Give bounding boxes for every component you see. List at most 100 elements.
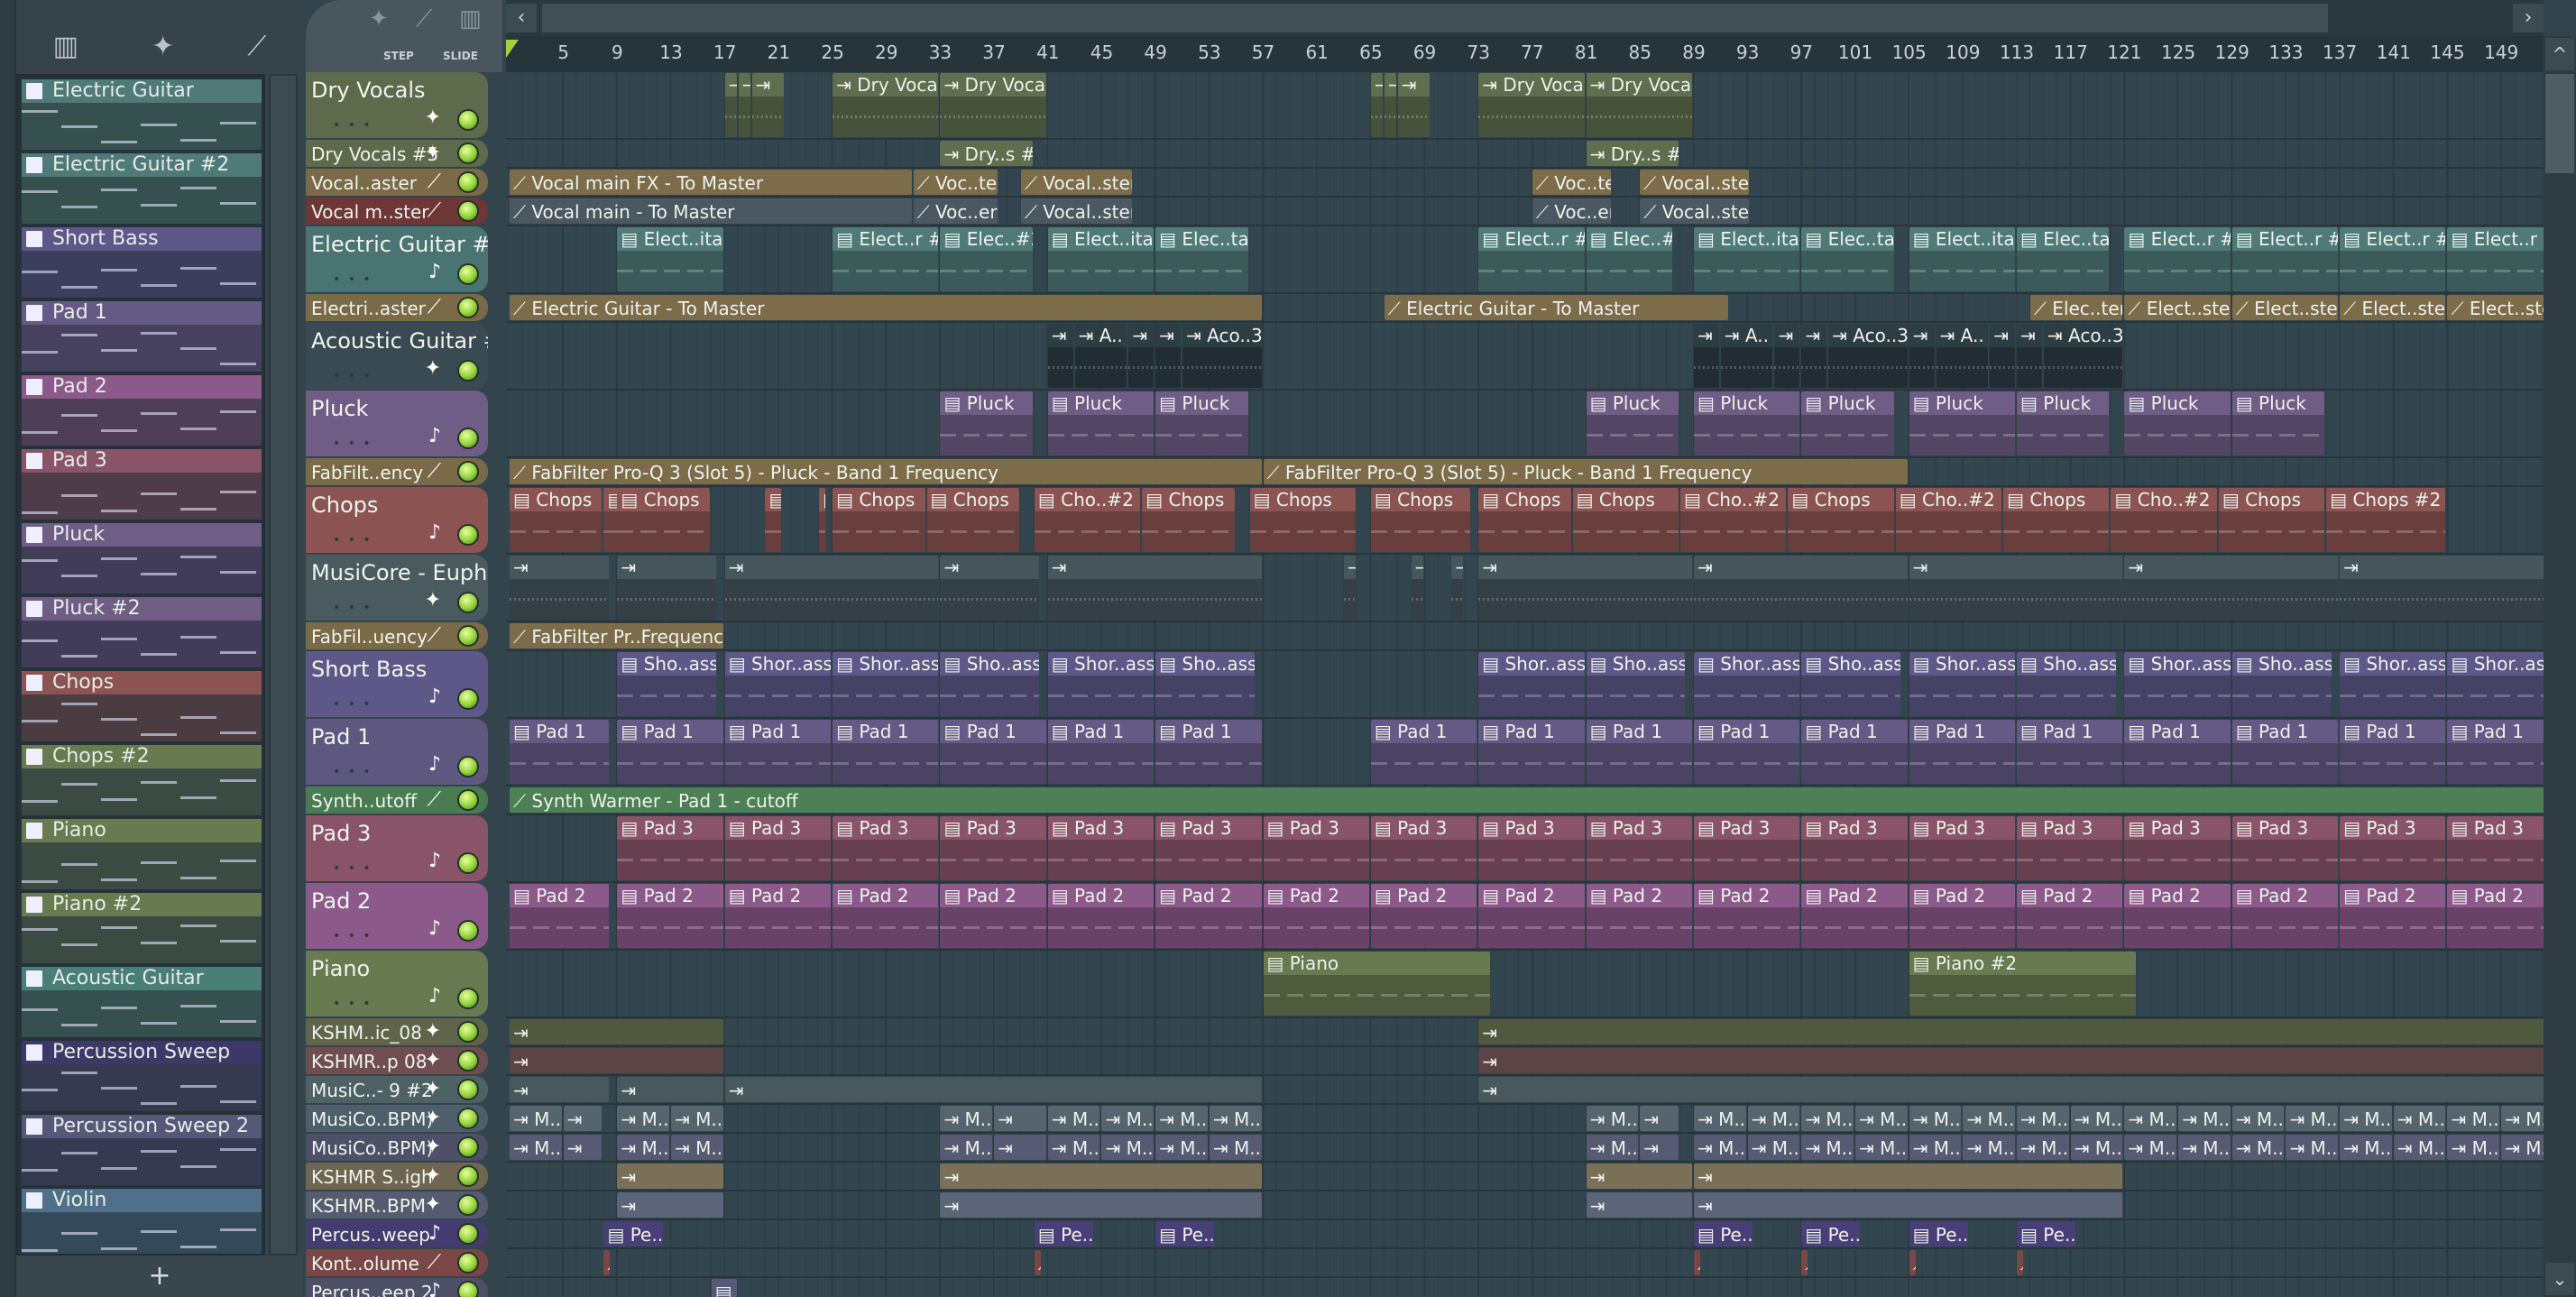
clip[interactable]: ▤ Pad 1 — [1586, 720, 1692, 784]
clip[interactable]: ⟋ FabFilter Pro-Q 3 (Slot 5) - Pluck - B… — [1263, 459, 1908, 484]
clip[interactable]: ⇥ M.. — [1855, 1106, 1908, 1131]
track-header[interactable]: Short Bass ♪ • • • — [306, 651, 488, 717]
audio-wave-icon[interactable]: ✦ — [152, 31, 174, 62]
track-options-dots[interactable]: • • • — [333, 272, 373, 287]
track-options-dots[interactable]: • • • — [333, 997, 373, 1011]
track-header[interactable]: Chops ♪ • • • — [306, 487, 488, 553]
pattern-item[interactable]: Percussion Sweep 2 — [22, 1115, 262, 1185]
clip[interactable]: ⇥ — [1774, 324, 1800, 388]
pattern-item-header[interactable]: Electric Guitar #2 — [22, 153, 262, 177]
clip[interactable]: ⇥ M.. — [1101, 1106, 1155, 1131]
clip[interactable]: ▤ Pad 1 — [2124, 720, 2231, 784]
track-lane[interactable]: ⇥ ⇥ A.. ⇥ ⇥ ⇥ Aco..3 ⇥ ⇥ A.. ⇥ ⇥ ⇥ Aco..3 ⇥ … — [506, 323, 2544, 391]
track-header[interactable]: Pluck ♪ • • • — [306, 391, 488, 456]
track-lane[interactable]: ⟋ Electric Guitar - To Master ⟋ Electric … — [506, 294, 2544, 323]
track-header[interactable]: Electric Guitar #2 ♪ • • • — [306, 226, 488, 292]
track-header[interactable]: Pad 2 ♪ • • • — [306, 883, 488, 949]
clip[interactable]: ⇥ Aco..3 — [2043, 324, 2123, 388]
clip[interactable]: ⟋ Synth Warmer - Pad 1 - cutoff — [510, 787, 2544, 813]
track-header[interactable]: MusiCo..BPM) ✦ — [306, 1134, 488, 1161]
clip[interactable]: ⇥ — [940, 556, 1040, 620]
piano-icon[interactable]: ▥ — [53, 31, 78, 62]
clip[interactable]: ▤ Cho..#2 — [1034, 488, 1141, 552]
clip[interactable]: ▤ Elect..itar — [1047, 227, 1155, 291]
clip[interactable]: ▤ Chops — [2003, 488, 2110, 552]
clip[interactable]: ⇥ — [1478, 556, 1692, 620]
track-lane[interactable]: ⇥ Dry..s #5 ⇥ Dry..s #5 — [506, 140, 2544, 169]
clip[interactable]: ⇥ — [2340, 556, 2544, 620]
track-header[interactable]: FabFilt..ency ⟋ — [306, 458, 488, 485]
clip[interactable]: ▤ Pad 3 — [1586, 816, 1692, 880]
clip[interactable]: ▤ Pad 2 — [1155, 884, 1262, 948]
clip[interactable]: ⇥ M.. — [1209, 1135, 1262, 1160]
clip[interactable]: ▤ Pad 2 — [617, 884, 723, 948]
clip[interactable]: ⇥ M.. — [2286, 1106, 2339, 1131]
clip[interactable]: ⇥ — [1451, 556, 1464, 620]
clip[interactable]: ▤ Pad 3 — [1909, 816, 2016, 880]
clip[interactable]: ▤ Pluck — [2124, 391, 2231, 455]
clip[interactable]: ▤ Pad 2 — [1693, 884, 1800, 948]
track-options-dots[interactable]: • • • — [333, 369, 373, 383]
track-mute-led[interactable] — [457, 789, 479, 811]
track-lane[interactable]: ⇥ M.. ⇥ ⇥ M.. ⇥ M.. ⇥ M.. ⇥ ⇥ M.. ⇥ M.. ⇥ M.. ⇥… — [506, 1105, 2544, 1134]
clip[interactable]: ▤ Elect..r #2 — [2447, 227, 2544, 291]
clip[interactable]: ⇥ — [2124, 556, 2339, 620]
track-mute-led[interactable] — [457, 1079, 479, 1100]
clip[interactable]: ⇥ Dry Vocal — [833, 73, 939, 137]
clip[interactable]: ▤ Elec..tar — [1155, 227, 1248, 291]
track-mute-led[interactable] — [457, 756, 479, 777]
clip[interactable]: ⇥ M.. — [2447, 1135, 2500, 1160]
clip[interactable]: ▤ Chops — [1370, 488, 1470, 552]
clip[interactable]: ⇥ M.. — [2124, 1106, 2177, 1131]
automation-icon[interactable]: ⟋ — [416, 5, 432, 33]
clip[interactable]: ⇥ — [1586, 1192, 1692, 1218]
clip[interactable]: ▤ Sho..ass — [940, 652, 1040, 716]
track-mute-led[interactable] — [457, 592, 479, 613]
clip[interactable]: ▤ Chops — [833, 488, 925, 552]
track-options-dots[interactable]: • • • — [333, 118, 373, 133]
pattern-item[interactable]: Pad 3 — [22, 449, 262, 520]
pattern-item[interactable]: Acoustic Guitar — [22, 967, 262, 1037]
track-header[interactable]: Kont..olume ⟋ — [306, 1249, 488, 1276]
clip[interactable]: ⟋ Vocal..ster — [1020, 198, 1133, 224]
track-header[interactable]: Dry Vocals ✦ • • • — [306, 72, 488, 138]
track-mute-led[interactable] — [457, 688, 479, 710]
automation-icon[interactable]: ⟋ — [247, 31, 266, 62]
track-header[interactable]: Pad 1 ♪ • • • — [306, 719, 488, 785]
clip[interactable]: ⇥ — [1478, 1077, 2544, 1102]
track-lane[interactable]: ⇥ ⇥ ⇥ ⇥ Dry Vocal⇥ Dry Vocals⇥ ⇥ ⇥ ⇥ Dry… — [506, 72, 2544, 140]
clip[interactable]: ⇥ M.. — [1101, 1135, 1155, 1160]
track-header[interactable]: MusiCo..BPM) ✦ — [306, 1105, 488, 1132]
clip[interactable]: ⇥ A.. — [1936, 324, 1989, 388]
pattern-item[interactable]: Piano #2 — [22, 893, 262, 963]
clip[interactable]: ▤ Cho..#2 — [2111, 488, 2217, 552]
clip[interactable]: ▤ Pad 3 — [833, 816, 939, 880]
clip[interactable]: ▤ Pe..p — [1909, 1221, 1968, 1246]
clip[interactable]: ⇥ M.. — [1586, 1106, 1639, 1131]
pattern-item-header[interactable]: Percussion Sweep 2 — [22, 1115, 262, 1138]
pattern-item[interactable]: Chops — [22, 671, 262, 741]
clip[interactable]: ⟋ Vocal main FX - To Master — [510, 170, 912, 195]
clip[interactable]: ▤ Pad 1 — [1047, 720, 1155, 784]
clip[interactable]: ⇥ M.. — [671, 1106, 723, 1131]
track-mute-led[interactable] — [457, 1223, 479, 1245]
track-lane[interactable]: ⇥ ⇥ ⇥ ⇥ — [506, 1076, 2544, 1105]
clip[interactable]: ▤ Pad 2 — [2017, 884, 2123, 948]
clip[interactable]: ▤ Pad 3 — [617, 816, 723, 880]
clip[interactable]: ▤ Pad 3 — [2231, 816, 2339, 880]
track-lane[interactable]: ▤ P.. — [506, 1278, 2544, 1297]
timeline-ruler[interactable]: 5 9 13 17 21 25 29 33 37 41 45 49 53 57 61 65 69 73 77 81 85… — [506, 36, 2544, 72]
clip[interactable]: ▤ Pluck — [1693, 391, 1800, 455]
track-header[interactable]: KSHM..ic_08 ✦ — [306, 1018, 488, 1045]
clip[interactable]: ▤ Shor..ass — [1478, 652, 1585, 716]
clip[interactable]: ▤ Elec..#2 — [940, 227, 1033, 291]
clip[interactable]: ▤ Pad 2 — [724, 884, 832, 948]
track-mute-led[interactable] — [457, 171, 479, 193]
clip[interactable]: ▤ Chops — [1788, 488, 1894, 552]
clip[interactable]: ⇥ — [1909, 556, 2123, 620]
track-lane[interactable]: ⇥ ⇥ ⇥ ⇥ ⇥ ⇥ ⇥ ⇥ ⇥ ⇥ ⇥ ⇥ ⇥ — [506, 555, 2544, 622]
clip[interactable]: ⇥ — [1047, 324, 1073, 388]
clip[interactable]: ⇥ — [1478, 1019, 2544, 1044]
clip[interactable]: ⇥ — [510, 1048, 723, 1073]
clip[interactable]: ▤ Pad 3 — [2124, 816, 2231, 880]
